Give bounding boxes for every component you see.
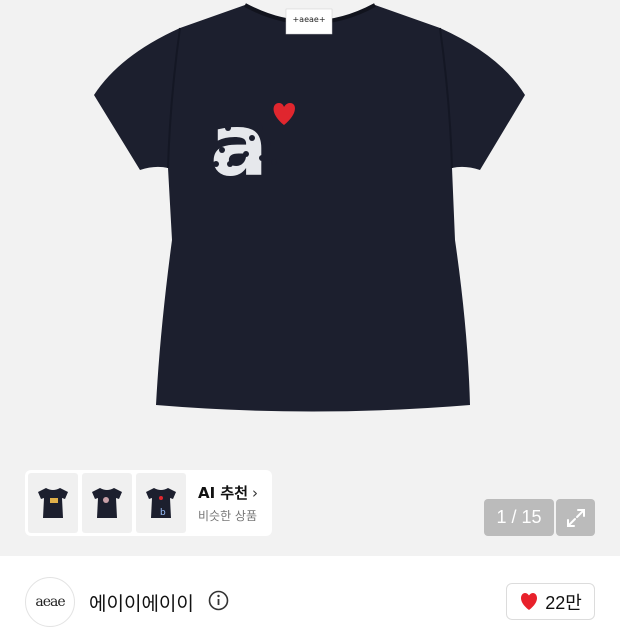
brand-logo-text: aeae [35,594,65,610]
ai-recommend-subtitle: 비슷한 상품 [198,509,258,523]
heart-icon [521,592,538,610]
chevron-right-icon: › [252,483,259,502]
brand-name[interactable]: 에이이에이이 [89,589,194,616]
shirt-thumb-icon [92,488,122,518]
svg-text:b: b [160,508,166,518]
expand-button[interactable] [556,499,595,536]
recommend-thumbnail[interactable] [28,473,78,533]
ai-recommend-card[interactable]: b AI 추천 › 비슷한 상품 [25,470,272,536]
recommend-thumbnail[interactable] [82,473,132,533]
shirt-thumb-icon [38,488,68,518]
logo-a-print: a [210,96,277,196]
info-icon[interactable] [208,590,229,611]
product-image[interactable]: +aeae+ a b AI 추천 › 비슷한 상품 1 / 15 [0,0,620,556]
recommend-thumbnail[interactable]: b [136,473,186,533]
neck-label-text: +aeae+ [292,15,325,24]
ai-recommend-title: AI 추천 [198,484,249,502]
image-page-counter: 1 / 15 [484,499,554,536]
svg-text:a: a [210,96,268,196]
expand-icon [566,508,585,527]
like-button[interactable]: 22만 [506,583,595,620]
shirt-thumb-icon: b [146,488,176,518]
like-count: 22만 [545,592,582,613]
